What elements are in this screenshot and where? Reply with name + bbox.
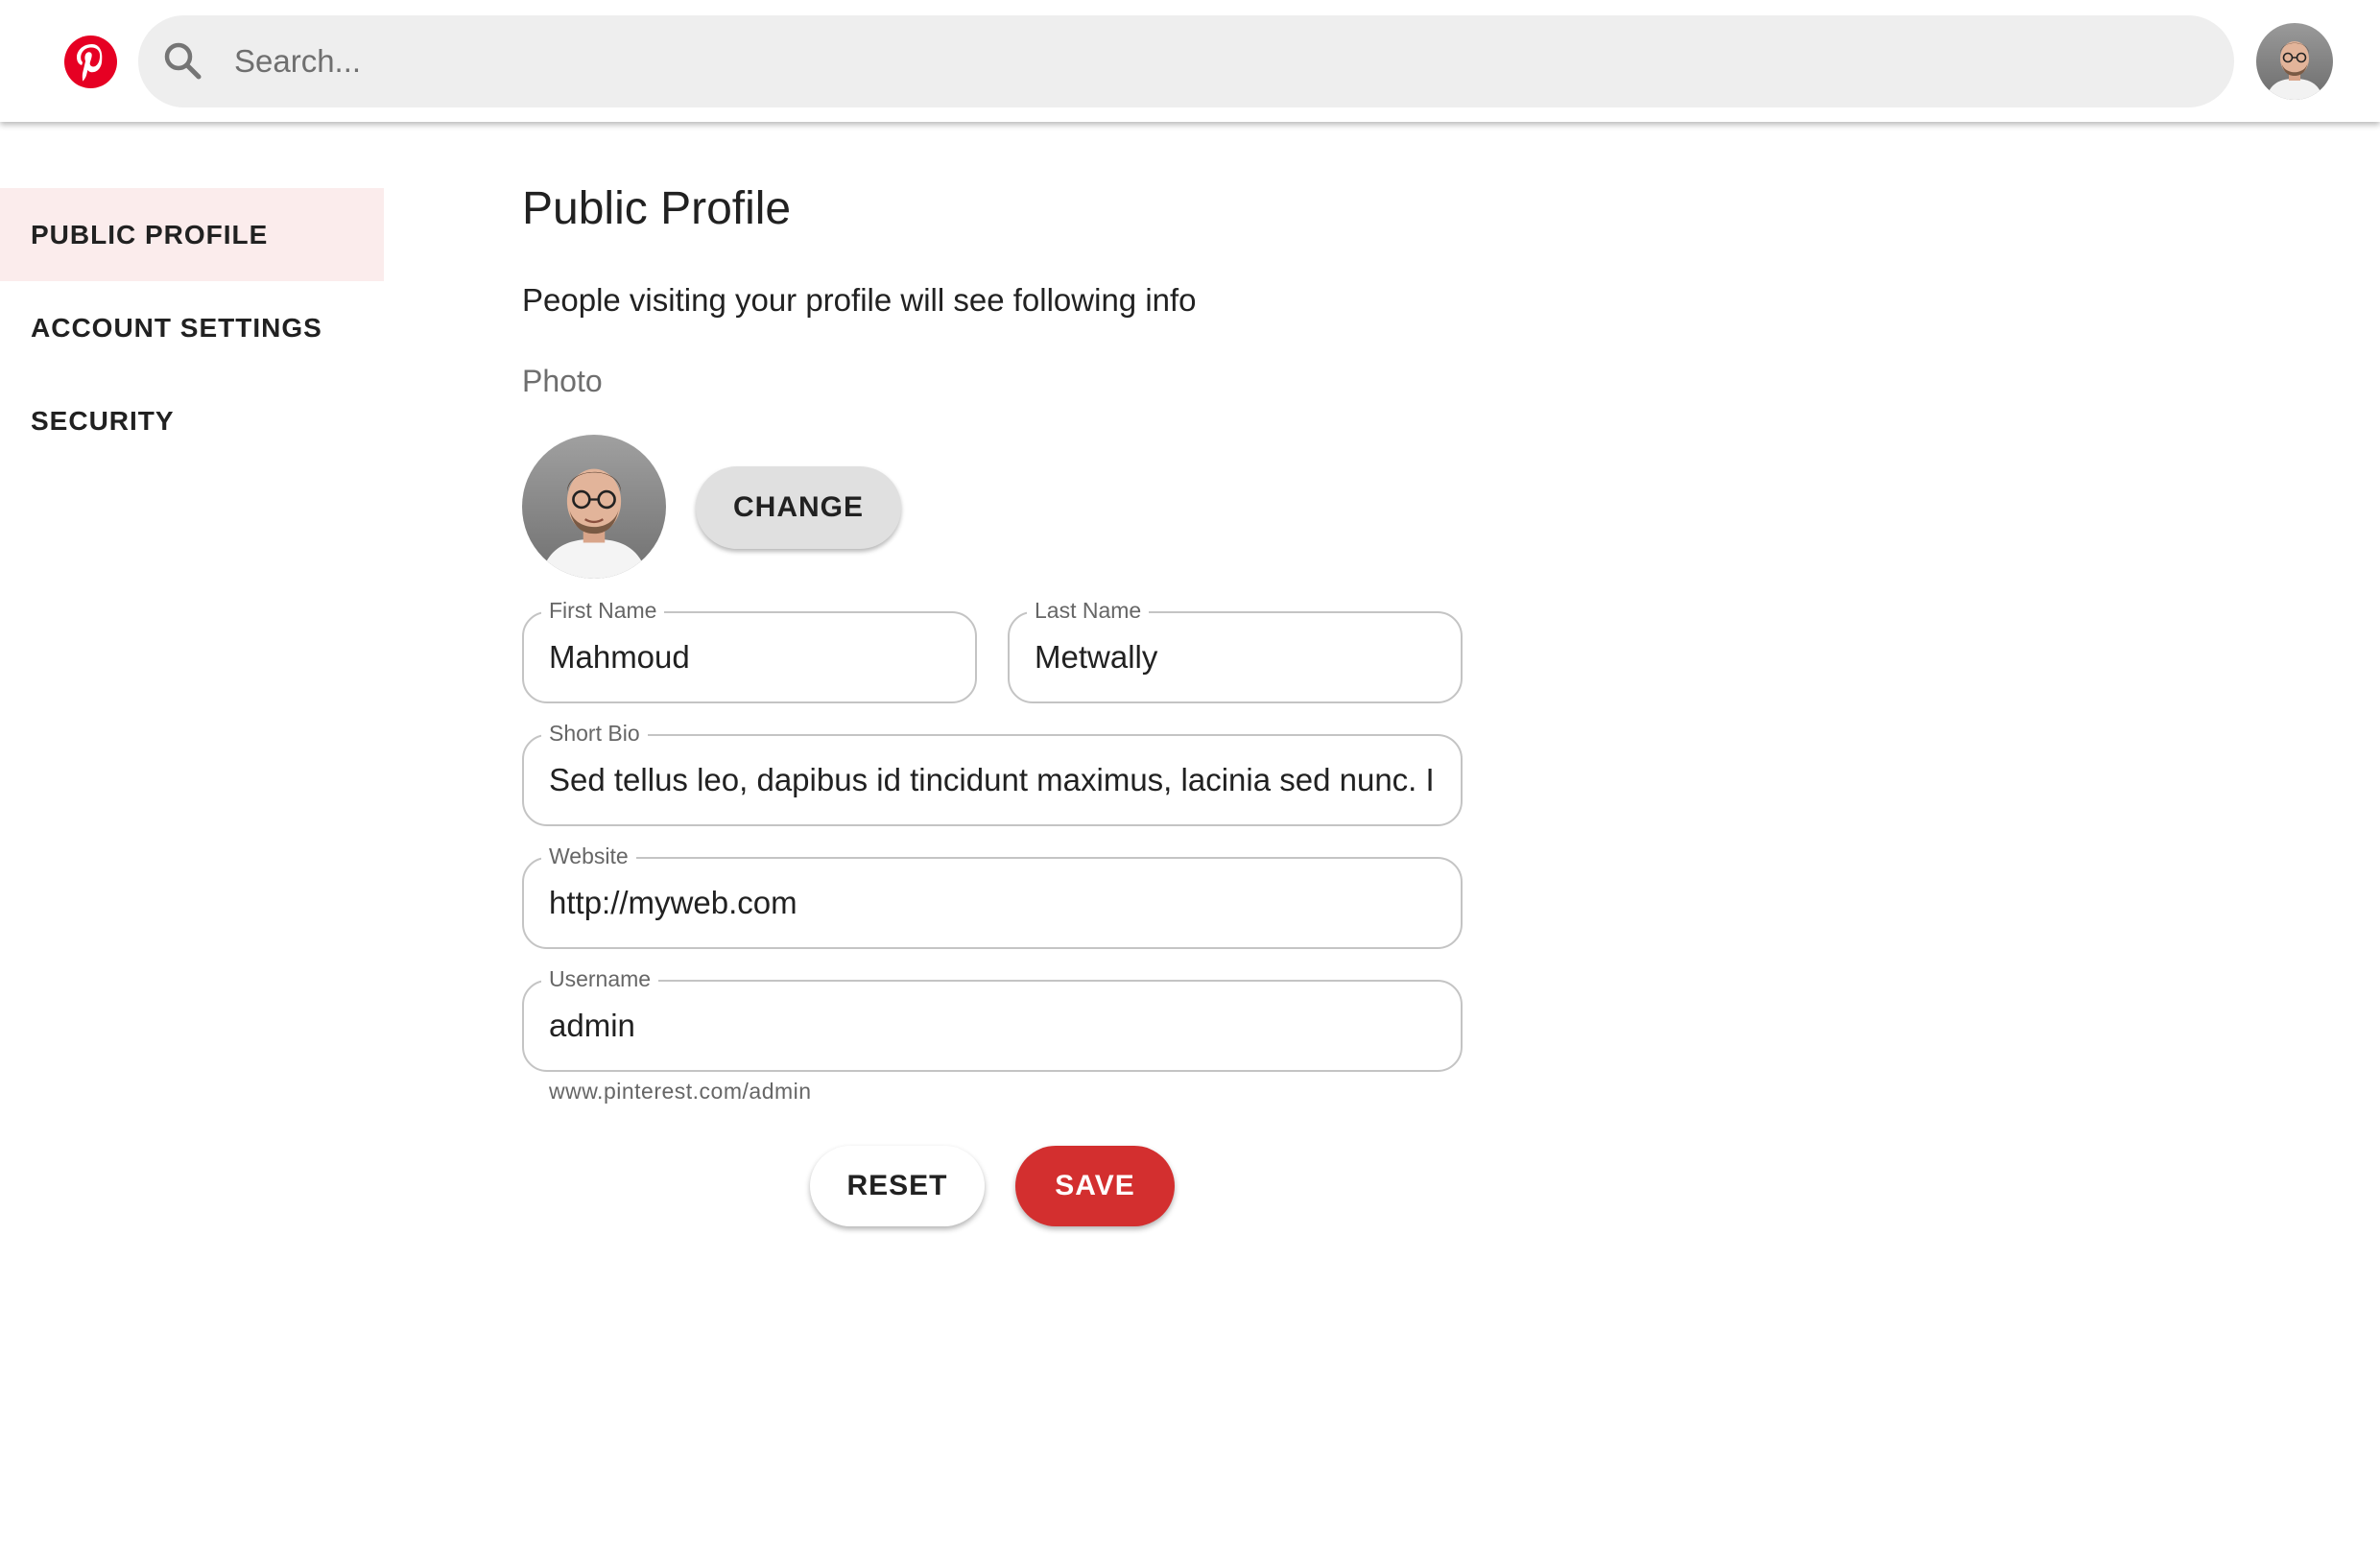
last-name-field[interactable]: Last Name [1008,594,1463,703]
sidebar-item-security[interactable]: SECURITY [0,374,384,467]
first-name-input[interactable] [549,613,950,701]
search-icon[interactable] [157,36,209,87]
search-input[interactable] [226,15,2203,107]
page-title: Public Profile [522,183,792,234]
last-name-input[interactable] [1035,613,1436,701]
page-description: People visiting your profile will see fo… [522,282,1197,318]
top-app-bar [0,0,2380,122]
website-field[interactable]: Website [522,840,1463,949]
settings-sidebar: PUBLIC PROFILE ACCOUNT SETTINGS SECURITY [0,188,384,467]
reset-button[interactable]: RESET [810,1146,985,1226]
website-input[interactable] [549,859,1436,947]
username-helper-text: www.pinterest.com/admin [549,1079,812,1104]
short-bio-field[interactable]: Short Bio [522,717,1463,826]
pinterest-logo-icon[interactable] [64,36,117,88]
username-input[interactable] [549,982,1436,1070]
sidebar-item-public-profile[interactable]: PUBLIC PROFILE [0,188,384,281]
search-bar[interactable] [138,15,2234,107]
username-field[interactable]: Username [522,962,1463,1072]
save-button[interactable]: SAVE [1015,1146,1175,1226]
short-bio-input[interactable] [549,736,1436,824]
first-name-field[interactable]: First Name [522,594,977,703]
profile-photo-avatar [522,435,666,579]
photo-label: Photo [522,364,603,398]
sidebar-item-account-settings[interactable]: ACCOUNT SETTINGS [0,281,384,374]
change-photo-button[interactable]: CHANGE [696,466,901,549]
user-avatar-icon[interactable] [2256,23,2333,100]
